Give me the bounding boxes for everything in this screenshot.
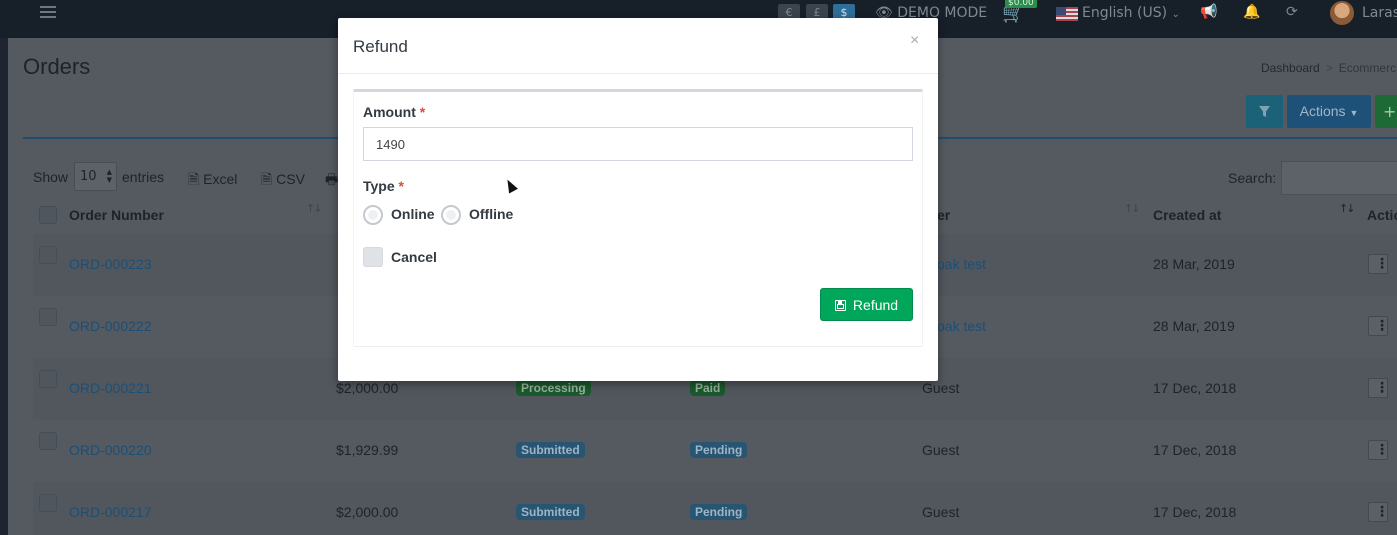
- header-customer[interactable]: er: [937, 207, 950, 223]
- payment-status-badge: Pending: [690, 442, 748, 458]
- header-created-at[interactable]: Created at: [1153, 207, 1221, 223]
- order-number-link[interactable]: ORD-000222: [69, 318, 152, 334]
- sort-icon[interactable]: ↑↓: [306, 202, 323, 215]
- refund-submit-label: Refund: [852, 296, 899, 313]
- row-checkbox[interactable]: [39, 432, 57, 450]
- created-at: 17 Dec, 2018: [1153, 380, 1237, 396]
- language-selector[interactable]: English (US) ⌄: [1082, 5, 1180, 21]
- type-online-radio[interactable]: [363, 205, 383, 225]
- row-actions-kebab-icon[interactable]: [1368, 502, 1389, 522]
- row-actions-kebab-icon[interactable]: [1368, 316, 1389, 336]
- csv-file-icon: 🗎: [261, 171, 273, 187]
- type-label: Type *: [363, 178, 404, 194]
- row-actions-kebab-icon[interactable]: [1368, 378, 1389, 398]
- print-icon[interactable]: 🖶: [325, 169, 338, 193]
- created-at: 28 Mar, 2019: [1153, 256, 1235, 272]
- breadcrumb: Dashboard > Ecommerc: [1261, 61, 1396, 75]
- refund-modal: Refund × Amount * Type * Online Offline …: [338, 18, 938, 381]
- close-icon[interactable]: ×: [910, 32, 919, 50]
- bell-icon[interactable]: 🔔: [1243, 4, 1260, 20]
- order-total: $2,000.00: [336, 380, 399, 396]
- page-title: Orders: [23, 54, 91, 79]
- cancel-order-checkbox[interactable]: [363, 247, 383, 267]
- spinner-arrows-icon: ▲ ▼: [106, 168, 112, 184]
- amount-label-text: Amount: [363, 104, 416, 120]
- us-flag-icon: [1056, 7, 1078, 21]
- excel-file-icon: 🗎: [188, 171, 200, 187]
- search-label: Search:: [1228, 170, 1277, 186]
- breadcrumb-ecommerce[interactable]: Ecommerc: [1339, 61, 1396, 75]
- cancel-order-label[interactable]: Cancel: [391, 249, 437, 265]
- entries-value: 10: [80, 169, 97, 184]
- user-avatar[interactable]: [1330, 1, 1354, 25]
- required-asterisk: *: [419, 104, 426, 120]
- excel-label: Excel: [203, 171, 238, 187]
- row-checkbox[interactable]: [39, 308, 57, 326]
- show-label: Show: [33, 169, 69, 185]
- add-order-button[interactable]: +: [1375, 95, 1397, 128]
- customer-name: Guest: [922, 504, 960, 520]
- language-label: English (US): [1082, 5, 1168, 21]
- select-all-checkbox[interactable]: [39, 206, 57, 224]
- megaphone-icon[interactable]: 📢: [1200, 4, 1217, 20]
- sort-icon[interactable]: ↑↓: [1124, 202, 1141, 215]
- row-actions-kebab-icon[interactable]: [1368, 440, 1389, 460]
- order-total: $1,929.99: [336, 442, 399, 458]
- modal-header: Refund ×: [338, 18, 938, 74]
- amount-label: Amount *: [363, 104, 425, 120]
- order-status-badge: Processing: [516, 380, 591, 396]
- chevron-down-icon: ⌄: [1171, 9, 1180, 20]
- caret-down-icon: ▼: [1349, 108, 1359, 118]
- breadcrumb-dashboard[interactable]: Dashboard: [1261, 61, 1320, 75]
- search-input[interactable]: [1281, 161, 1397, 195]
- header-order-number[interactable]: Order Number: [69, 207, 164, 223]
- order-number-link[interactable]: ORD-000220: [69, 442, 152, 458]
- customer-link[interactable]: oak test: [937, 256, 986, 272]
- actions-label: Actions: [1299, 103, 1346, 119]
- customer-link[interactable]: oak test: [937, 318, 986, 334]
- customer-name: Guest: [922, 442, 960, 458]
- row-actions-kebab-icon[interactable]: [1368, 254, 1389, 274]
- type-offline-label[interactable]: Offline: [469, 206, 513, 222]
- save-icon: [834, 299, 846, 311]
- order-total: $2,000.00: [336, 504, 399, 520]
- created-at: 28 Mar, 2019: [1153, 318, 1235, 334]
- modal-title: Refund: [353, 37, 408, 56]
- entries-label: entries: [122, 169, 165, 185]
- type-online-label[interactable]: Online: [391, 206, 435, 222]
- created-at: 17 Dec, 2018: [1153, 504, 1237, 520]
- csv-label: CSV: [276, 171, 305, 187]
- actions-dropdown-button[interactable]: Actions ▼: [1287, 95, 1371, 128]
- row-checkbox[interactable]: [39, 494, 57, 512]
- export-excel-button[interactable]: 🗎 Excel: [188, 169, 237, 193]
- type-offline-radio[interactable]: [441, 205, 461, 225]
- order-status-badge: Submitted: [516, 442, 585, 458]
- order-number-link[interactable]: ORD-000223: [69, 256, 152, 272]
- amount-input[interactable]: [363, 127, 913, 161]
- sort-desc-icon[interactable]: ↑↓: [1339, 202, 1356, 215]
- order-number-link[interactable]: ORD-000221: [69, 380, 152, 396]
- filter-icon: [1259, 106, 1270, 117]
- export-csv-button[interactable]: 🗎 CSV: [261, 169, 305, 193]
- cart-total-badge: $0.00: [1005, 0, 1037, 8]
- refresh-icon[interactable]: ⟳: [1286, 4, 1298, 20]
- refund-submit-button[interactable]: Refund: [820, 288, 913, 321]
- order-status-badge: Submitted: [516, 504, 585, 520]
- hamburger-menu-icon[interactable]: [40, 6, 56, 20]
- breadcrumb-separator-icon: >: [1325, 61, 1333, 75]
- payment-status-badge: Paid: [690, 380, 726, 396]
- order-number-link[interactable]: ORD-000217: [69, 504, 152, 520]
- created-at: 17 Dec, 2018: [1153, 442, 1237, 458]
- customer-name: Guest: [922, 380, 960, 396]
- filter-button[interactable]: [1246, 95, 1283, 128]
- type-label-text: Type: [363, 178, 395, 194]
- entries-per-page-select[interactable]: 10 ▲ ▼: [74, 162, 117, 191]
- header-actions: Actio: [1367, 207, 1397, 223]
- row-checkbox[interactable]: [39, 246, 57, 264]
- user-name[interactable]: Laras: [1362, 5, 1397, 21]
- payment-status-badge: Pending: [690, 504, 748, 520]
- required-asterisk: *: [398, 178, 404, 194]
- row-checkbox[interactable]: [39, 370, 57, 388]
